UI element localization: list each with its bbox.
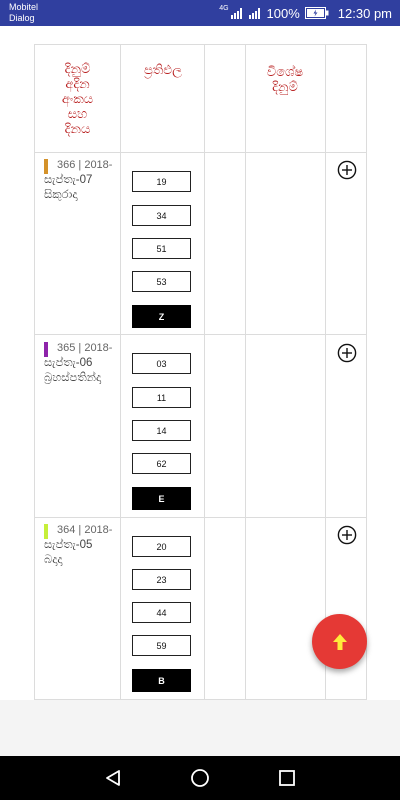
header-special-draw: විශේෂ දිනුම් (266, 65, 304, 95)
result-number: 11 (132, 387, 191, 408)
carrier-line-1: Mobitel (9, 2, 39, 12)
draw-number: 366 | 2018- (57, 159, 113, 171)
header-draw-date: දිනුම් අදින අංකය සහ දිනය (61, 62, 94, 137)
color-marker (44, 524, 48, 539)
row-date: 365 | 2018- සැප්තැ-06 බ්‍රහස්පතින්දා (44, 341, 112, 386)
result-number: 34 (132, 205, 191, 226)
header-results: ප්‍රතිඵල (143, 63, 183, 78)
carrier-label: Mobitel Dialog (9, 2, 38, 24)
result-number: 23 (132, 569, 191, 590)
draw-day: බදාදා (44, 554, 63, 566)
result-number: 14 (132, 420, 191, 441)
result-number: 03 (132, 353, 191, 374)
draw-date: සැප්තැ-05 (44, 539, 93, 551)
battery-percent: 100% (266, 5, 300, 21)
scroll-top-button[interactable] (312, 614, 367, 669)
result-letter: Z (132, 305, 191, 328)
carrier-line-2: Dialog (9, 13, 35, 23)
draw-day: බ්‍රහස්පතින්දා (44, 372, 102, 384)
result-number: 44 (132, 602, 191, 623)
navigation-bar (0, 756, 400, 800)
signal-icon-2 (248, 8, 260, 19)
draw-number: 364 | 2018- (57, 524, 113, 536)
result-number: 19 (132, 171, 191, 192)
result-number: 53 (132, 271, 191, 292)
clock: 12:30 pm (337, 5, 392, 21)
plus-circle-icon[interactable] (337, 525, 357, 545)
recents-icon[interactable] (277, 768, 297, 788)
network-type: 4G (219, 5, 229, 12)
result-number: 51 (132, 238, 191, 259)
home-icon[interactable] (190, 768, 210, 788)
battery-icon (304, 7, 329, 19)
draw-number: 365 | 2018- (57, 342, 113, 354)
plus-circle-icon[interactable] (337, 160, 357, 180)
bottom-area (0, 700, 400, 756)
draw-day: සිකුරාදා (44, 189, 78, 201)
arrow-up-icon (332, 633, 347, 650)
result-number: 59 (132, 635, 191, 656)
signal-icon (230, 8, 242, 19)
plus-circle-icon[interactable] (337, 343, 357, 363)
result-number: 62 (132, 453, 191, 474)
row-date: 364 | 2018- සැප්තැ-05 බදාදා (44, 523, 112, 568)
status-bar: Mobitel Dialog 4G 100% 12:30 pm (0, 0, 400, 26)
back-icon[interactable] (103, 768, 123, 788)
result-number: 20 (132, 536, 191, 557)
color-marker (44, 159, 48, 174)
draw-date: සැප්තැ-06 (44, 357, 93, 369)
result-letter: B (132, 669, 191, 692)
row-date: 366 | 2018- සැප්තැ-07 සිකුරාදා (44, 158, 112, 203)
result-letter: E (132, 487, 191, 510)
color-marker (44, 342, 48, 357)
draw-date: සැප්තැ-07 (44, 174, 93, 186)
